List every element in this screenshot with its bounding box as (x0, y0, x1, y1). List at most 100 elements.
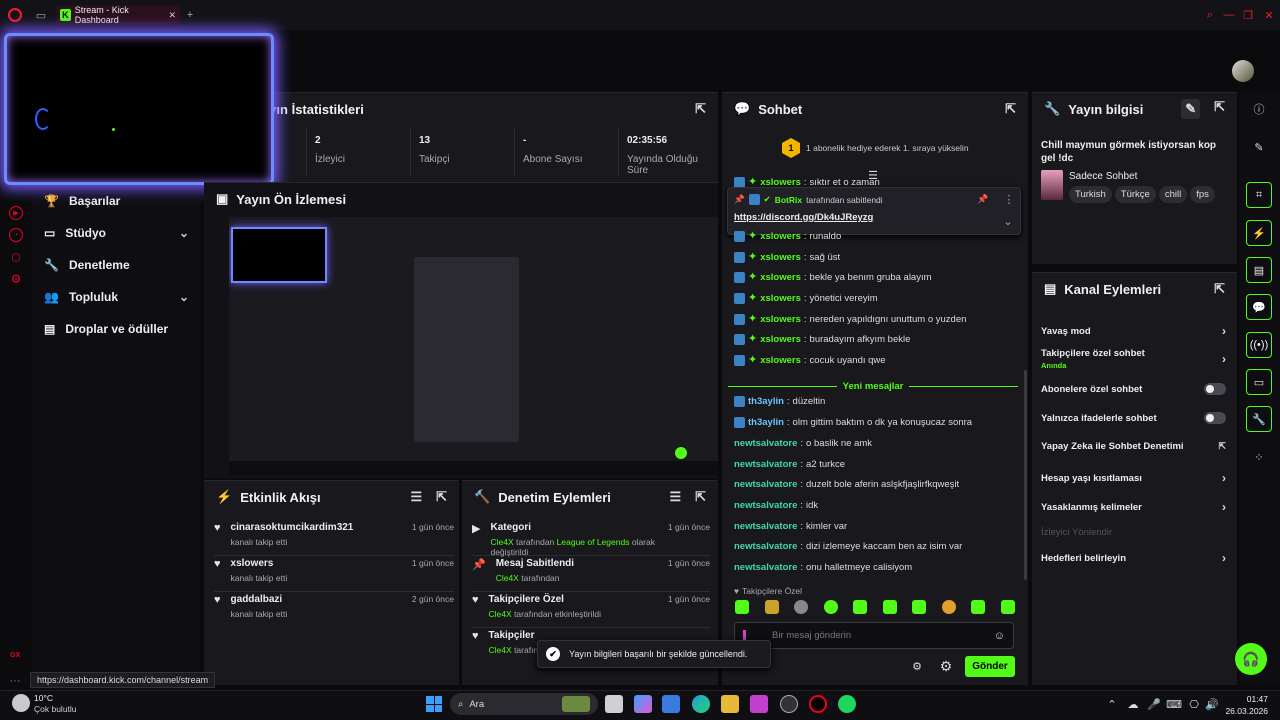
emote-icon[interactable] (941, 600, 956, 614)
chat-username[interactable]: xslowers (760, 334, 801, 345)
popout-icon[interactable]: ⇱ (1214, 99, 1225, 119)
chat-username[interactable]: newtsalvatore (734, 562, 797, 573)
tag[interactable]: Turkish (1069, 186, 1112, 203)
pinned-link[interactable]: https://discord.gg/Dk4uJReyzg (734, 212, 873, 223)
chat-username[interactable]: newtsalvatore (734, 541, 797, 552)
notes-icon[interactable]: ▤ (1246, 257, 1272, 283)
search-icon[interactable]: ⌕ (1203, 8, 1217, 22)
emote-icon[interactable] (853, 600, 868, 614)
popout-icon[interactable]: ⇱ (1005, 101, 1016, 117)
chat-username[interactable]: xslowers (760, 355, 801, 366)
tab-menu-icon[interactable]: ▭ (34, 8, 48, 22)
pinned-message[interactable]: 📌 ✔ BotRix tarafından sabitlendi 📌 ⋮ https… (727, 187, 1021, 235)
steam-icon[interactable] (780, 695, 798, 713)
close-window-icon[interactable]: ✕ (1262, 8, 1276, 22)
emote-icon[interactable] (764, 600, 779, 614)
popout-icon[interactable]: ⇱ (695, 489, 706, 505)
action-ai-moderation[interactable]: Yapay Zeka ile Sohbet Denetimi ⇱ (1041, 441, 1226, 452)
keyboard-icon[interactable]: ⌨ (1166, 698, 1182, 711)
filter-icon[interactable]: ☰ (410, 489, 422, 505)
tag[interactable]: fps (1190, 186, 1215, 203)
emote-icon[interactable] (882, 600, 897, 614)
chat-icon[interactable]: 💬 (1246, 294, 1272, 320)
maximize-icon[interactable]: ❐ (1241, 8, 1255, 22)
tab-kick-dashboard[interactable]: K Stream - Kick Dashboard ✕ (56, 5, 180, 25)
chat-username[interactable]: xslowers (760, 272, 801, 283)
popout-icon[interactable]: ⇱ (695, 101, 706, 117)
chat-username[interactable]: xslowers (760, 293, 801, 304)
new-tab-button[interactable]: + (184, 8, 196, 22)
cube-icon[interactable]: ⬡ (9, 250, 23, 264)
emote-icon[interactable] (794, 600, 809, 614)
emotes-only-toggle[interactable] (1204, 412, 1226, 424)
task-view-icon[interactable] (605, 695, 623, 713)
apps-icon[interactable]: ⁘ (1246, 444, 1272, 470)
windows-start-icon[interactable] (426, 696, 442, 712)
store-icon[interactable] (662, 695, 680, 713)
send-button[interactable]: Gönder (965, 656, 1015, 677)
emote-icon[interactable] (735, 600, 749, 614)
more-dots-icon[interactable]: ··· (8, 674, 22, 688)
nav-item-drops[interactable]: ▤ Droplar ve ödüller (44, 322, 189, 336)
action-slow-mode[interactable]: Yavaş mod › (1041, 324, 1226, 338)
unpin-icon[interactable]: 📌 (977, 194, 988, 204)
tag[interactable]: Türkçe (1114, 186, 1156, 203)
filter-icon[interactable]: ☰ (669, 489, 681, 505)
preview-video[interactable] (229, 217, 718, 475)
emote-icon[interactable] (912, 600, 927, 614)
chevron-down-icon[interactable]: ⌄ (1002, 216, 1014, 228)
broadcast-icon[interactable]: ((•)) (1246, 332, 1272, 358)
file-explorer-icon[interactable] (721, 695, 739, 713)
app-icon[interactable] (750, 695, 768, 713)
action-account-age[interactable]: Hesap yaşı kısıtlaması › (1041, 471, 1226, 485)
gx-badge[interactable]: GX (10, 652, 20, 659)
edge-icon[interactable] (692, 695, 710, 713)
emote-icon[interactable] (823, 600, 838, 614)
support-headset-icon[interactable]: 🎧 (1235, 643, 1267, 675)
bot-icon[interactable]: ⚙ (937, 657, 955, 675)
chat-input[interactable]: Bir mesaj gönderin ☺ (734, 622, 1014, 649)
copilot-icon[interactable] (634, 695, 652, 713)
subscribers-only-toggle[interactable] (1204, 383, 1226, 395)
screenshot-icon[interactable]: ⌗ (1246, 182, 1272, 208)
chat-scrollbar[interactable] (1024, 370, 1027, 580)
chevron-up-icon[interactable]: ⌃ (1106, 698, 1118, 711)
action-banned-words[interactable]: Yasaklanmış kelimeler › (1041, 500, 1226, 514)
chat-username[interactable]: th3aylin (748, 396, 784, 407)
chat-username[interactable]: xslowers (760, 314, 801, 325)
avatar[interactable] (1232, 60, 1254, 82)
chat-username[interactable]: xslowers (760, 177, 801, 187)
spotify-icon[interactable] (838, 695, 856, 713)
opera-logo-icon[interactable] (8, 8, 22, 22)
nav-item-studio[interactable]: ▭ Stüdyo ⌄ (44, 226, 189, 240)
player-icon[interactable]: ▶ (9, 206, 23, 220)
chat-username[interactable]: newtsalvatore (734, 500, 797, 511)
chat-username[interactable]: newtsalvatore (734, 479, 797, 490)
opera-gx-icon[interactable] (809, 695, 827, 713)
chat-username[interactable]: newtsalvatore (734, 521, 797, 532)
pencil-icon[interactable]: ✎ (1246, 134, 1272, 160)
action-set-goals[interactable]: Hedefleri belirleyin › (1041, 551, 1226, 565)
network-icon[interactable]: ⎔ (1188, 698, 1200, 711)
chat-username[interactable]: newtsalvatore (734, 438, 797, 449)
volume-icon[interactable]: 🔊 (1205, 698, 1219, 711)
info-icon[interactable]: ⓘ (1246, 96, 1272, 122)
nav-item-moderation[interactable]: 🔧 Denetleme (44, 258, 189, 272)
chat-username[interactable]: newtsalvatore (734, 459, 797, 470)
edit-icon[interactable]: ✎ (1181, 99, 1201, 119)
cloud-icon[interactable]: ☁ (1126, 698, 1140, 711)
taskbar-search[interactable]: ⌕ Ara (450, 693, 598, 715)
popout-icon[interactable]: ⇱ (1214, 281, 1225, 297)
chat-settings-icon[interactable]: ⚙ (911, 660, 923, 673)
nav-item-community[interactable]: 👥 Topluluk ⌄ (44, 290, 189, 304)
emoji-icon[interactable]: ☺ (994, 630, 1005, 642)
tools-icon[interactable]: 🔧 (1246, 406, 1272, 432)
emote-icon[interactable] (971, 600, 986, 614)
minimize-icon[interactable]: — (1222, 8, 1236, 22)
action-emotes-only[interactable]: Yalnızca ifadelerle sohbet (1041, 412, 1226, 424)
popout-icon[interactable]: ⇱ (436, 489, 447, 505)
settings-icon[interactable]: ⚙ (9, 272, 23, 286)
pinned-more-icon[interactable]: ⋮ (1004, 194, 1015, 206)
tab-close-icon[interactable]: ✕ (168, 10, 176, 21)
layout-icon[interactable]: ▭ (1246, 369, 1272, 395)
